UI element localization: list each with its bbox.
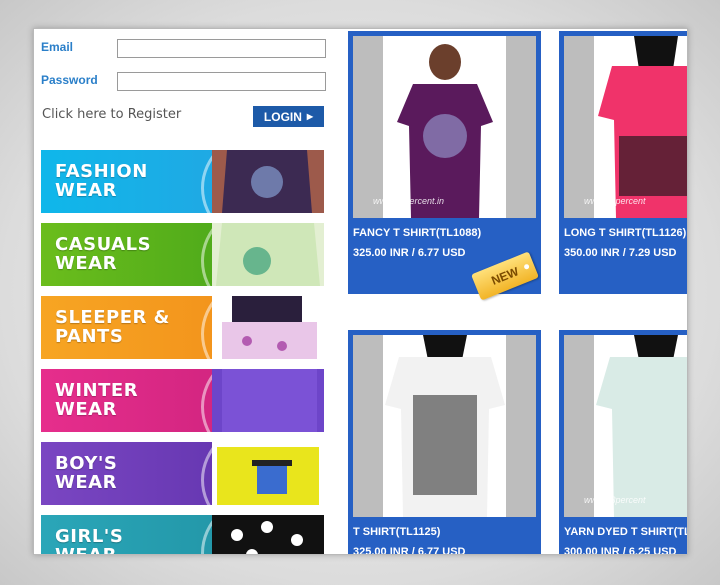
category-boys-wear[interactable]: BOY'S WEAR [41,442,324,505]
product-price: 350.00 INR / 7.29 USD [564,247,677,259]
product-name[interactable]: LONG T SHIRT(TL1126) [564,227,686,239]
product-image[interactable] [353,335,536,517]
tshirt-photo [385,335,505,517]
fashion-wear-photo [212,150,324,213]
new-tag-label: NEW [489,264,521,288]
email-label: Email [41,40,74,54]
tshirt-photo [397,44,493,218]
tshirt-photo [596,335,687,517]
category-label: FASHION WEAR [55,161,148,201]
category-sleeper-pants[interactable]: SLEEPER & PANTS [41,296,324,359]
category-label: SLEEPER & PANTS [55,307,170,347]
winter-wear-photo [212,369,324,432]
product-name[interactable]: FANCY T SHIRT(TL1088) [353,227,481,239]
product-card[interactable]: www.33percent YARN DYED T SHIRT(TL 300.0… [559,330,687,555]
casuals-wear-photo [212,223,324,286]
login-button-label: LOGIN [263,109,302,124]
password-label: Password [41,73,98,87]
product-image[interactable]: www.33percent [564,36,687,218]
login-button[interactable]: LOGIN ▶ [253,106,324,127]
boys-wear-photo [212,442,324,505]
category-label: BOY'S WEAR [55,453,118,493]
product-image[interactable]: www.33percent.in [353,36,536,218]
product-price: 300.00 INR / 6.25 USD [564,546,677,555]
product-name[interactable]: T SHIRT(TL1125) [353,526,440,538]
tag-hole [523,263,530,270]
sleeper-pants-photo [212,296,324,359]
product-card[interactable]: www.33percent LONG T SHIRT(TL1126) 350.0… [559,31,687,294]
main-panel: Email Password Click here to Register LO… [33,28,688,555]
email-field[interactable] [117,39,326,58]
watermark-text: www.33percent.in [373,196,445,206]
category-casuals-wear[interactable]: CASUALS WEAR [41,223,324,286]
watermark-text: www.33percent [584,196,646,206]
password-field[interactable] [117,72,326,91]
product-image[interactable]: www.33percent [564,335,687,517]
product-card[interactable]: T SHIRT(TL1125) 325.00 INR / 6.77 USD [348,330,541,555]
product-price: 325.00 INR / 6.77 USD [353,546,466,555]
category-fashion-wear[interactable]: FASHION WEAR [41,150,324,213]
girls-wear-photo [212,515,324,554]
product-price: 325.00 INR / 6.77 USD [353,247,466,259]
category-girls-wear[interactable]: GIRL'S WEAR [41,515,324,554]
product-name[interactable]: YARN DYED T SHIRT(TL [564,526,687,538]
category-label: WINTER WEAR [55,380,139,420]
register-link[interactable]: Click here to Register [42,107,181,122]
category-winter-wear[interactable]: WINTER WEAR [41,369,324,432]
category-label: CASUALS WEAR [55,234,152,274]
watermark-text: www.33percent [584,495,646,505]
tshirt-photo [598,36,687,218]
category-label: GIRL'S WEAR [55,526,124,554]
product-card[interactable]: www.33percent.in FANCY T SHIRT(TL1088) 3… [348,31,541,294]
arrow-right-icon: ▶ [306,112,314,121]
